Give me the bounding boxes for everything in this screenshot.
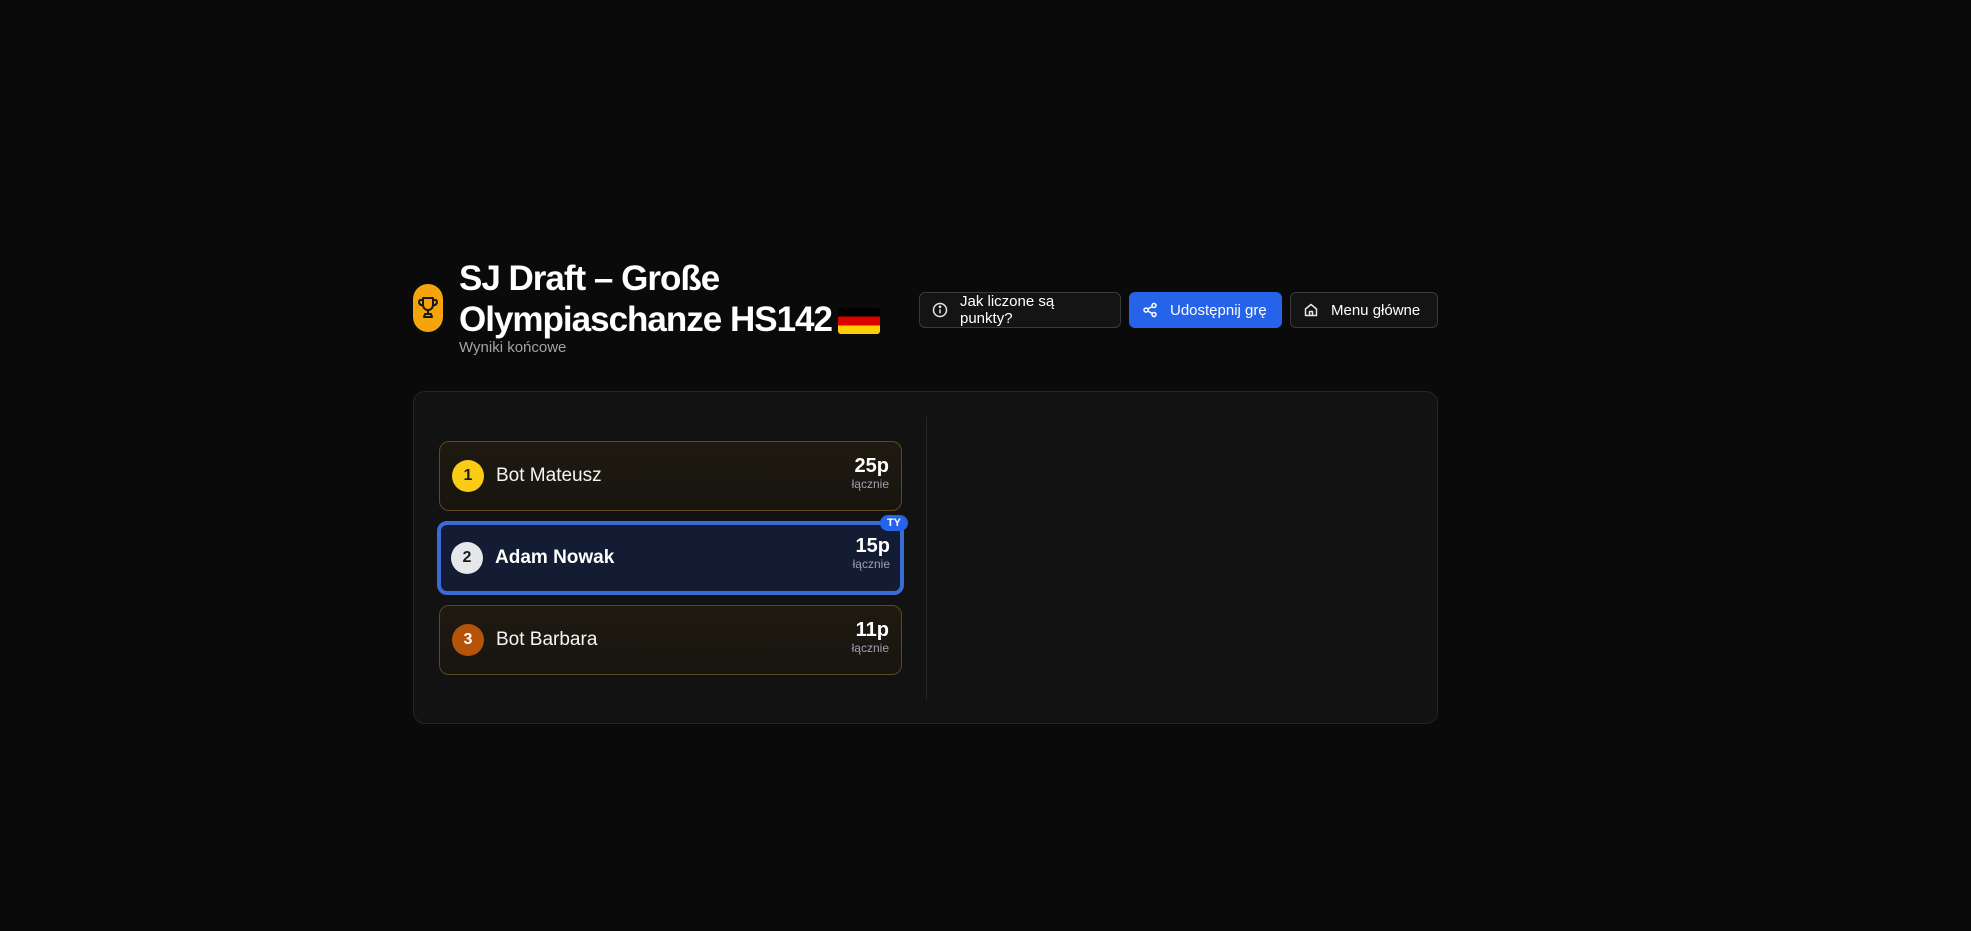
main-menu-button[interactable]: Menu główne bbox=[1290, 292, 1438, 328]
you-badge: TY bbox=[879, 515, 908, 531]
main-menu-label: Menu główne bbox=[1331, 301, 1421, 319]
rank-badge: 3 bbox=[452, 624, 484, 656]
panel-divider bbox=[926, 417, 927, 700]
home-icon bbox=[1304, 303, 1318, 317]
standings-row-3: 3 Bot Barbara 11p łącznie bbox=[439, 605, 902, 675]
points-caption: łącznie bbox=[851, 641, 889, 655]
page-title-text: SJ Draft – Große Olympiaschanze HS142 bbox=[459, 259, 833, 339]
results-panel: 1 Bot Mateusz 25p łącznie 2 Adam Nowak 1… bbox=[413, 391, 1438, 724]
info-icon bbox=[932, 302, 948, 318]
player-name: Bot Mateusz bbox=[496, 465, 602, 486]
trophy-icon bbox=[413, 284, 443, 332]
share-icon bbox=[1143, 302, 1157, 318]
player-score: 25p łącznie bbox=[852, 455, 889, 491]
rank-badge: 1 bbox=[452, 460, 484, 492]
share-game-button[interactable]: Udostępnij grę bbox=[1129, 292, 1282, 328]
player-name: Bot Barbara bbox=[496, 629, 598, 650]
standings-row-2-current-user: 2 Adam Nowak 15p łącznie TY bbox=[437, 515, 908, 595]
standings-row-1: 1 Bot Mateusz 25p łącznie bbox=[439, 441, 902, 511]
page-title: SJ Draft – Große Olympiaschanze HS142 bbox=[459, 258, 899, 340]
points-caption: łącznie bbox=[852, 557, 890, 571]
points-caption: łącznie bbox=[851, 477, 889, 491]
share-game-label: Udostępnij grę bbox=[1170, 301, 1267, 319]
player-name: Adam Nowak bbox=[495, 547, 615, 568]
scoring-info-button[interactable]: Jak liczone są punkty? bbox=[919, 292, 1121, 328]
germany-flag-icon bbox=[837, 308, 880, 334]
player-score: 15p łącznie bbox=[853, 535, 890, 571]
scoring-info-label: Jak liczone są punkty? bbox=[960, 293, 1055, 327]
points-value: 15p bbox=[855, 535, 890, 557]
points-value: 25p bbox=[854, 455, 889, 477]
player-score: 11p łącznie bbox=[852, 619, 889, 655]
points-value: 11p bbox=[855, 619, 889, 641]
page-subtitle: Wyniki końcowe bbox=[459, 339, 567, 356]
results-header: SJ Draft – Große Olympiaschanze HS142 Wy… bbox=[413, 258, 1438, 362]
rank-badge: 2 bbox=[451, 542, 483, 574]
